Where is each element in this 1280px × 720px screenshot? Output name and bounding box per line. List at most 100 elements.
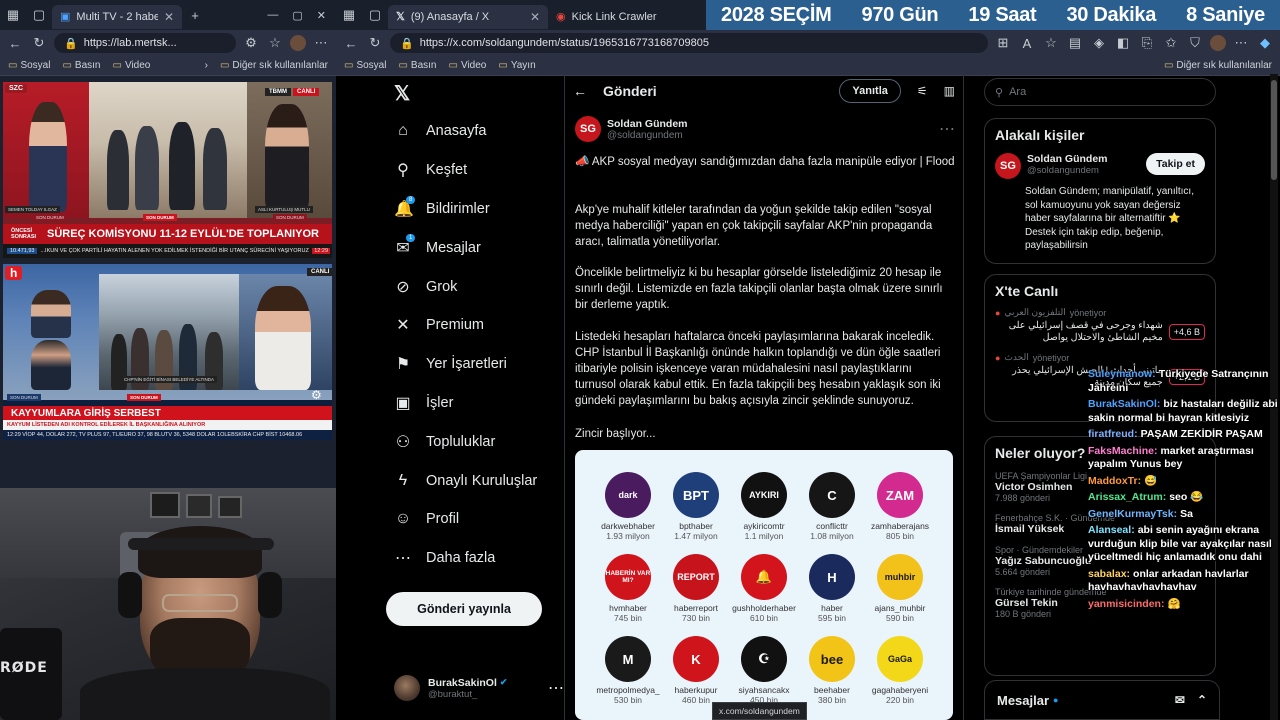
grid-icon[interactable]: ⊞	[994, 35, 1012, 51]
read-aloud-icon[interactable]: A	[1018, 36, 1036, 51]
bookmark-sosyal[interactable]: Sosyal	[8, 60, 50, 71]
account-logo: AYKIRI	[741, 472, 787, 518]
chat-username[interactable]: MaddoxTr:	[1088, 475, 1141, 487]
nav-item[interactable]: ⊘ Grok	[380, 267, 566, 306]
reply-button[interactable]: Yanıtla	[839, 79, 901, 103]
nav-item[interactable]: ✉ 1 Mesajlar	[380, 228, 566, 267]
son-durum-tag: SON DURUM	[273, 214, 307, 221]
bookmark-sosyal[interactable]: Sosyal	[344, 60, 386, 71]
unread-dot-icon: ●	[1053, 695, 1059, 705]
bookmark-basin[interactable]: Basın	[62, 60, 101, 71]
post-menu-icon[interactable]: ⋯	[939, 119, 955, 139]
tab-x-home[interactable]: 𝕏 (9) Anasayfa / X ✕	[388, 4, 548, 29]
shield-icon[interactable]: ⛉	[1186, 35, 1204, 51]
window-menu-icon[interactable]: ▦	[0, 0, 26, 30]
account-name: gushholderhaber	[732, 603, 796, 613]
back-icon[interactable]: ←	[342, 36, 360, 51]
profile-avatar[interactable]	[1210, 35, 1226, 51]
url-field[interactable]: 🔒 https://lab.mertsk...	[54, 33, 236, 53]
back-icon[interactable]: ←	[6, 36, 24, 51]
bookmark-chevron-icon[interactable]: ›	[205, 60, 208, 71]
favorites-bar-icon[interactable]: ✩	[1162, 35, 1180, 51]
live-status: yönetiyor	[1069, 307, 1107, 318]
reload-icon[interactable]: ↻	[30, 35, 48, 51]
follow-button[interactable]: Takip et	[1146, 153, 1205, 175]
chat-username[interactable]: firatfreud:	[1088, 428, 1138, 440]
more-dots-icon[interactable]: ⋯	[548, 678, 564, 698]
tv-panel-szc[interactable]: SZC TBMM CANLI SEMEN TOLDAY ILGAZ ASLI K…	[3, 82, 332, 258]
reader-view-icon[interactable]: ▥	[944, 84, 955, 98]
tab-actions-icon[interactable]: ▢	[26, 0, 52, 30]
extensions-icon[interactable]: ⚙	[242, 35, 260, 51]
son-durum-tag: SON DURUM	[143, 214, 177, 221]
chat-message: firatfreud: PAŞAM ZEKİDİR PAŞAM	[1088, 428, 1280, 442]
chat-username[interactable]: yanmisicinden:	[1088, 598, 1164, 610]
search-box[interactable]: ⚲ Ara	[984, 78, 1216, 106]
chat-username[interactable]: GenelKurmayTsk:	[1088, 508, 1177, 520]
chat-username[interactable]: sabalax:	[1088, 568, 1130, 580]
settings-gear-icon[interactable]: ⚙	[311, 388, 322, 402]
nav-item[interactable]: ⌂ Anasayfa	[380, 112, 566, 151]
x-logo-icon[interactable]: 𝕏	[380, 74, 566, 112]
bookmark-video[interactable]: Video	[113, 60, 150, 71]
nav-item[interactable]: ⚇ Topluluklar	[380, 422, 566, 461]
chat-username[interactable]: BurakSakinOl:	[1088, 398, 1160, 410]
close-window-icon[interactable]: ✕	[317, 9, 326, 22]
close-tab-icon[interactable]: ✕	[530, 10, 540, 24]
live-item[interactable]: ● التلفزيون العربي yönetiyor شهداء وجرحى ف…	[985, 307, 1215, 344]
close-tab-icon[interactable]: ✕	[164, 10, 174, 24]
reload-icon[interactable]: ↻	[366, 35, 384, 51]
bookmark-yayin[interactable]: Yayın	[498, 60, 536, 71]
scrollbar-thumb[interactable]	[1271, 80, 1277, 180]
nav-item[interactable]: ⋯ Daha fazla	[380, 539, 566, 578]
window-menu-icon[interactable]: ▦	[336, 0, 362, 30]
nav-item[interactable]: ▣ İşler	[380, 384, 566, 423]
collections-icon[interactable]: ⎘	[1138, 35, 1156, 51]
tab-kick-crawler[interactable]: ◉ Kick Link Crawler	[548, 5, 698, 29]
related-name[interactable]: Soldan Gündem	[1027, 153, 1140, 165]
chat-username[interactable]: Suleymanow:	[1088, 368, 1156, 380]
post-image[interactable]: dark darkwebhaber 1.93 milyon BPT bpthaber 1.…	[575, 450, 953, 720]
extension-icon[interactable]: ▤	[1066, 35, 1084, 51]
tab-actions-icon[interactable]: ▢	[362, 0, 388, 30]
chat-username[interactable]: Arissax_Atrum:	[1088, 491, 1166, 503]
tab-multi-tv[interactable]: ▣ Multi TV - 2 haber kanalı ✕	[52, 4, 182, 29]
minimize-icon[interactable]: —	[267, 9, 278, 22]
url-field[interactable]: 🔒 https://x.com/soldangundem/status/1965…	[390, 33, 988, 53]
bookmark-basin[interactable]: Basın	[398, 60, 437, 71]
nav-item[interactable]: ϟ Onaylı Kuruluşlar	[380, 461, 566, 500]
nav-item[interactable]: ⚑ Yer İşaretleri	[380, 345, 566, 384]
favorite-icon[interactable]: ☆	[266, 35, 284, 51]
extension-icon[interactable]: ◈	[1090, 35, 1108, 51]
copilot-icon[interactable]: ◆	[1256, 35, 1274, 51]
nav-label: Yer İşaretleri	[426, 356, 507, 373]
menu-icon[interactable]: ⋯	[312, 35, 330, 51]
bookmark-others[interactable]: Diğer sık kullanılanlar	[1164, 60, 1272, 71]
filter-sliders-icon[interactable]: ⚟	[917, 84, 928, 98]
x-premium-icon: ✕	[396, 317, 410, 335]
bookmark-others[interactable]: Diğer sık kullanılanlar	[220, 60, 328, 71]
post-author[interactable]: SG Soldan Gündem @soldangundem ⋯	[575, 116, 955, 142]
maximize-icon[interactable]: ▢	[292, 9, 302, 22]
account-logo: K	[673, 636, 719, 682]
back-arrow-icon[interactable]: ←	[573, 83, 587, 99]
nav-item[interactable]: ✕ Premium	[380, 306, 566, 345]
live-channel: الحدث	[1004, 352, 1029, 362]
new-tab-icon[interactable]: +	[182, 0, 208, 30]
tv-panel-halk[interactable]: h CANLI CHP'NİN EĞİTİ BİNASI BELEDİYE AL…	[3, 264, 332, 440]
chat-username[interactable]: FaksMachine:	[1088, 445, 1157, 457]
account-name: gagahaberyeni	[871, 685, 929, 695]
bookmark-video[interactable]: Video	[449, 60, 486, 71]
nav-item[interactable]: ☺ Profil	[380, 500, 566, 539]
post-button[interactable]: Gönderi yayınla	[386, 592, 542, 626]
chat-username[interactable]: Alanseal:	[1088, 524, 1135, 536]
profile-avatar[interactable]	[290, 35, 306, 51]
extension-icon[interactable]: ◧	[1114, 35, 1132, 51]
post-paragraph: Öncelikle belirtmeliyiz ki bu hesaplar g…	[575, 267, 943, 311]
nav-item[interactable]: 🔔 8 Bildirimler	[380, 190, 566, 229]
menu-icon[interactable]: ⋯	[1232, 35, 1250, 51]
ticker-time: 12:29	[312, 248, 330, 254]
nav-item[interactable]: ⚲ Keşfet	[380, 151, 566, 190]
account-switcher[interactable]: BurakSakinOl ✔ @buraktut_ ⋯	[394, 668, 564, 708]
favorite-icon[interactable]: ☆	[1042, 35, 1060, 51]
